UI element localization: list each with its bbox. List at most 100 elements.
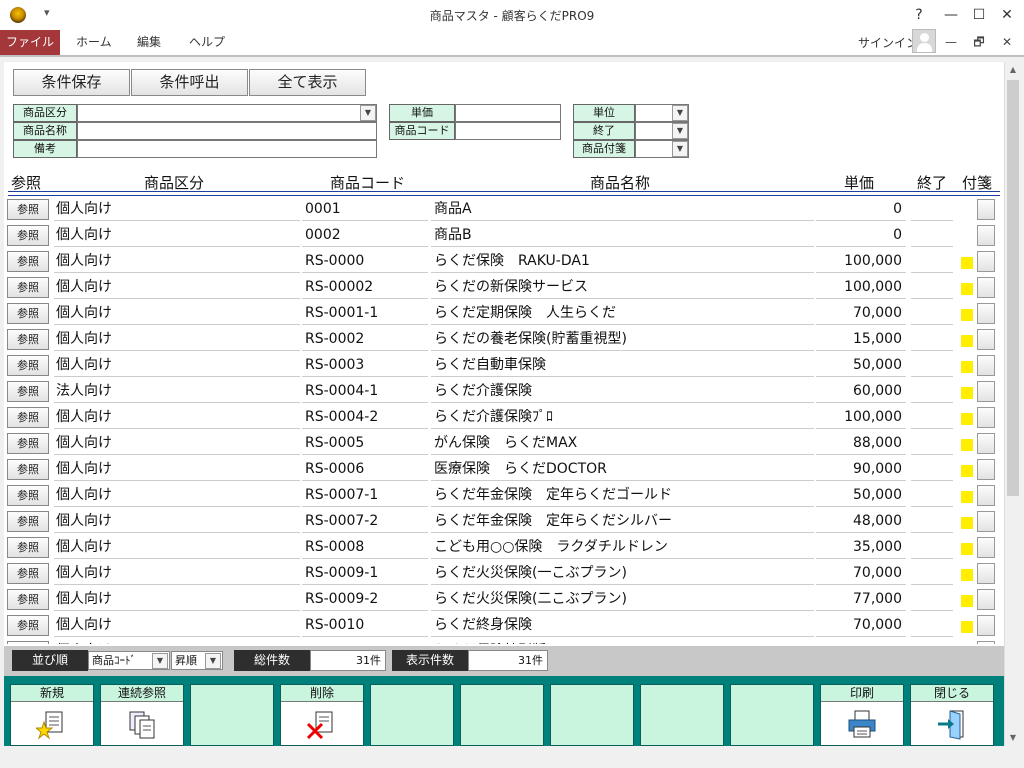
tag-button[interactable]: [977, 641, 995, 644]
category-cell: 個人向け: [54, 276, 300, 299]
ref-button[interactable]: 参照: [7, 251, 49, 272]
tag-button[interactable]: [977, 537, 995, 558]
signin-link[interactable]: サインイン: [858, 33, 918, 53]
save-conditions-button[interactable]: 条件保存: [13, 69, 130, 96]
code-cell: RS-0006: [302, 458, 428, 481]
tab-file[interactable]: ファイル: [0, 30, 60, 55]
ref-button[interactable]: 参照: [7, 589, 49, 610]
price-input[interactable]: [455, 104, 561, 122]
ribbon-restore-button[interactable]: 🗗: [968, 32, 990, 52]
delete-button[interactable]: 削除: [280, 684, 364, 746]
print-button[interactable]: 印刷: [820, 684, 904, 746]
help-button[interactable]: ?: [906, 4, 932, 26]
ref-button[interactable]: 参照: [7, 329, 49, 350]
sort-order-chevron-down-icon[interactable]: ▼: [205, 653, 221, 669]
user-avatar-icon[interactable]: [912, 29, 936, 53]
price-cell: 70,000: [816, 562, 906, 585]
tag-button[interactable]: [977, 589, 995, 610]
name-cell: らくだ介護保険: [431, 380, 814, 403]
tab-home[interactable]: ホーム: [76, 30, 112, 55]
tag-marker-icon: [961, 361, 973, 373]
price-cell: 88,000: [816, 432, 906, 455]
ref-button[interactable]: 参照: [7, 355, 49, 376]
tag-button[interactable]: [977, 563, 995, 584]
ref-button[interactable]: 参照: [7, 563, 49, 584]
category-chevron-down-icon[interactable]: ▼: [360, 105, 376, 121]
ref-button[interactable]: 参照: [7, 407, 49, 428]
name-input[interactable]: [77, 122, 377, 140]
title-bar: ▾ 商品マスタ - 顧客らくだPRO9 ? — ☐ ✕: [0, 0, 1024, 30]
ref-button[interactable]: 参照: [7, 485, 49, 506]
tag-button[interactable]: [977, 225, 995, 246]
code-cell: RS-0000: [302, 250, 428, 273]
end-chevron-down-icon[interactable]: ▼: [672, 123, 688, 139]
tag-marker-icon: [961, 439, 973, 451]
code-cell: RS-0005: [302, 432, 428, 455]
quick-access-dropdown-icon[interactable]: ▾: [44, 6, 50, 19]
price-cell: 0: [816, 198, 906, 221]
ref-button[interactable]: 参照: [7, 615, 49, 636]
total-count-value: 31件: [310, 650, 386, 671]
table-row: 参照 個人向け 0001 商品A 0: [4, 196, 1004, 222]
price-cell: 35,000: [816, 536, 906, 559]
ref-button[interactable]: 参照: [7, 277, 49, 298]
tag-button[interactable]: [977, 303, 995, 324]
price-cell: 50,000: [816, 354, 906, 377]
continuous-ref-button[interactable]: 連続参照: [100, 684, 184, 746]
tag-button[interactable]: [977, 407, 995, 428]
end-label: 終了: [573, 122, 635, 140]
ref-button[interactable]: 参照: [7, 381, 49, 402]
scroll-thumb[interactable]: [1007, 80, 1019, 496]
app-icon[interactable]: [10, 7, 26, 23]
ref-button[interactable]: 参照: [7, 459, 49, 480]
new-button[interactable]: 新規: [10, 684, 94, 746]
tab-edit[interactable]: 編集: [137, 30, 161, 55]
close-button[interactable]: ✕: [994, 4, 1020, 26]
tag-button[interactable]: [977, 199, 995, 220]
ref-button[interactable]: 参照: [7, 537, 49, 558]
category-select[interactable]: [77, 104, 377, 122]
tag-button[interactable]: [977, 433, 995, 454]
tag-marker-icon: [961, 595, 973, 607]
unit-chevron-down-icon[interactable]: ▼: [672, 105, 688, 121]
ref-button[interactable]: 参照: [7, 225, 49, 246]
price-cell: 70,000: [816, 302, 906, 325]
ribbon-close-button[interactable]: ✕: [996, 32, 1018, 52]
end-cell: [911, 536, 953, 559]
tag-button[interactable]: [977, 329, 995, 350]
ref-button[interactable]: 参照: [7, 511, 49, 532]
tag-button[interactable]: [977, 615, 995, 636]
load-conditions-button[interactable]: 条件呼出: [131, 69, 248, 96]
header-category: 商品区分: [144, 174, 205, 192]
ref-button[interactable]: 参照: [7, 433, 49, 454]
tag-marker-icon: [961, 387, 973, 399]
ref-button[interactable]: 参照: [7, 303, 49, 324]
note-input[interactable]: [77, 140, 377, 158]
end-cell: [911, 406, 953, 429]
close-form-button[interactable]: 閉じる: [910, 684, 994, 746]
scroll-up-icon[interactable]: ▲: [1005, 62, 1021, 78]
tag-button[interactable]: [977, 251, 995, 272]
price-cell: 15,000: [816, 328, 906, 351]
ribbon-minimize-button[interactable]: —: [940, 32, 962, 52]
maximize-button[interactable]: ☐: [966, 4, 992, 26]
tag-button[interactable]: [977, 459, 995, 480]
sort-field-chevron-down-icon[interactable]: ▼: [152, 653, 168, 669]
table-row: 参照 個人向け 0002 商品B 0: [4, 222, 1004, 248]
vertical-scrollbar[interactable]: ▲ ▼: [1004, 62, 1020, 746]
tag-button[interactable]: [977, 485, 995, 506]
show-all-button[interactable]: 全て表示: [249, 69, 366, 96]
ref-button[interactable]: 参照: [7, 199, 49, 220]
tag-chevron-down-icon[interactable]: ▼: [672, 141, 688, 157]
code-input[interactable]: [455, 122, 561, 140]
tag-button[interactable]: [977, 355, 995, 376]
tag-button[interactable]: [977, 277, 995, 298]
scroll-down-icon[interactable]: ▼: [1005, 730, 1021, 746]
tag-button[interactable]: [977, 511, 995, 532]
end-cell: [911, 198, 953, 221]
tab-help[interactable]: ヘルプ: [189, 30, 225, 55]
tag-button[interactable]: [977, 381, 995, 402]
ref-button[interactable]: 参照: [7, 641, 49, 644]
code-cell: RS-0001-1: [302, 302, 428, 325]
minimize-button[interactable]: —: [938, 4, 964, 26]
